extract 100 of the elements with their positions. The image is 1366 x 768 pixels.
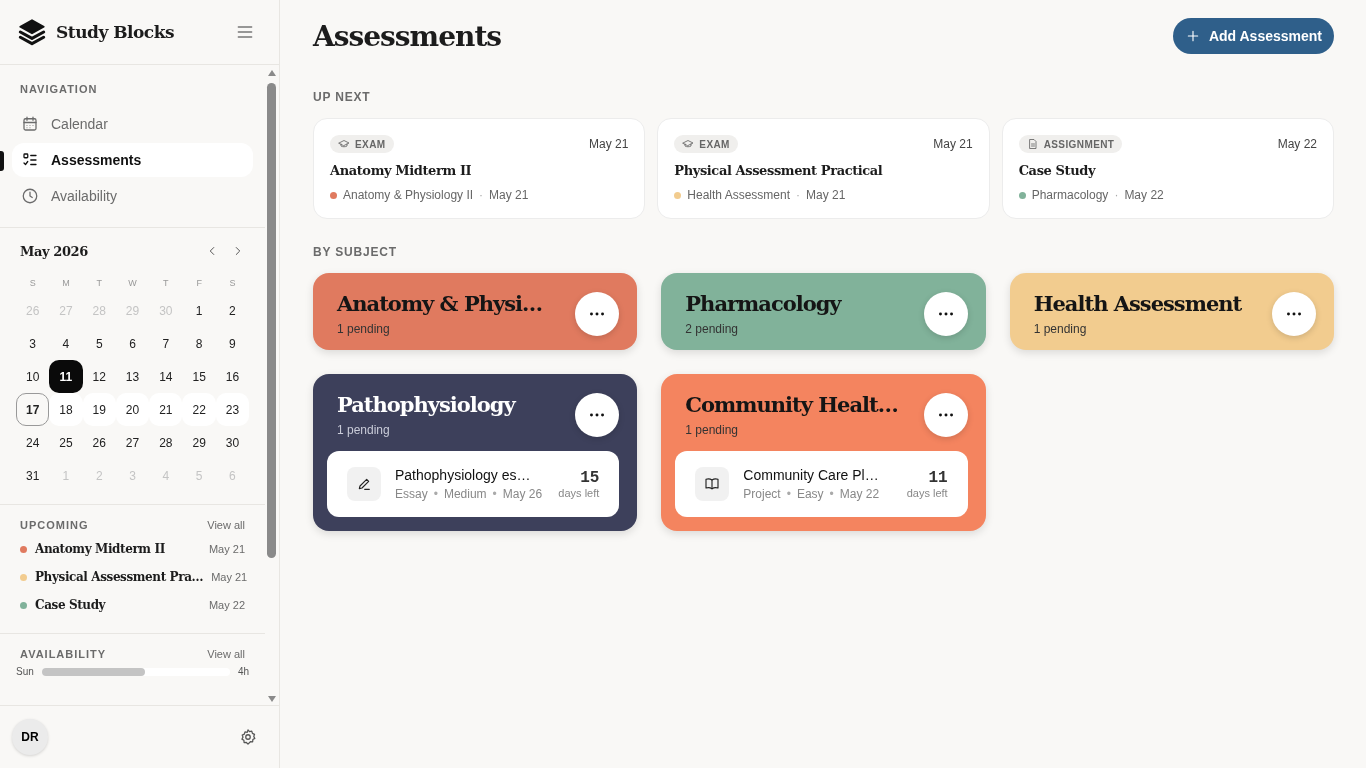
calendar-day[interactable]: 15	[182, 360, 216, 393]
assessment-card[interactable]: EXAM May 21 Anatomy Midterm II Anatomy & Physiology II · May 21	[313, 118, 646, 219]
pencil-icon	[356, 476, 372, 492]
graduation-cap-icon	[338, 138, 350, 150]
calendar-day[interactable]: 30	[215, 426, 250, 459]
task-card[interactable]: Community Care Pl… Project • Easy • May 22 11 days left	[675, 451, 968, 517]
calendar-day[interactable]: 22	[182, 393, 216, 426]
calendar-day[interactable]: 25	[49, 426, 83, 459]
subject-card[interactable]: Pharmacology 2 pending	[661, 273, 986, 350]
days-left-label: days left	[558, 487, 600, 499]
task-title: Pathophysiology es…	[395, 467, 532, 483]
nav-item[interactable]: Availability	[12, 179, 253, 213]
subject-title: Health Assessment	[1033, 291, 1242, 316]
section-label: AVAILABILITY	[20, 648, 107, 660]
calendar-icon	[21, 115, 39, 133]
task-title: Community Care Pl…	[743, 467, 880, 483]
subject-title: Community Healt…	[685, 392, 898, 417]
calendar-day[interactable]: 3	[16, 327, 50, 360]
subject-title: Anatomy & Physi…	[337, 291, 542, 316]
separator-dot: ·	[1114, 188, 1119, 202]
section-label: UPCOMING	[20, 519, 89, 531]
user-avatar[interactable]: DR	[12, 719, 48, 755]
subject-card[interactable]: Health Assessment 1 pending	[1009, 273, 1334, 350]
assessment-title: Case Study	[1018, 163, 1097, 178]
due-date: May 21	[588, 137, 629, 151]
upcoming-title[interactable]: Physical Assessment Pra…	[35, 570, 204, 584]
due-date: May 22	[1277, 137, 1317, 151]
hours-label: 4h	[237, 666, 249, 677]
due-date: May 22	[1124, 188, 1164, 202]
subject-name: Anatomy & Physiology II	[343, 188, 474, 202]
due-date: May 21	[933, 137, 973, 151]
calendar-day[interactable]: 7	[149, 327, 183, 360]
month-title: May 2026	[20, 243, 88, 259]
weekday-label: S	[228, 277, 237, 290]
assessment-card[interactable]: EXAM May 21 Physical Assessment Practical Health Assessment · May 21	[657, 118, 990, 219]
days-count: 11	[927, 469, 948, 487]
assessment-title: Physical Assessment Practical	[674, 163, 884, 178]
weekday-label: W	[127, 277, 138, 290]
book-icon	[704, 476, 721, 492]
calendar-day[interactable]: 11	[49, 360, 83, 393]
scroll-up-icon[interactable]	[267, 69, 277, 77]
view-all-link[interactable]: View all	[207, 519, 245, 531]
separator-dot: •	[492, 487, 497, 501]
scroll-down-icon[interactable]	[267, 695, 277, 703]
calendar-day[interactable]: 18	[49, 393, 83, 426]
task-meta: Project	[743, 487, 781, 501]
calendar-day[interactable]: 4	[49, 327, 83, 360]
view-all-link[interactable]: View all	[207, 648, 245, 660]
task-meta: Medium	[443, 487, 487, 501]
calendar-day[interactable]: 24	[16, 426, 50, 459]
separator-dot: •	[829, 487, 834, 501]
calendar-day[interactable]: 26	[82, 426, 116, 459]
nav-item[interactable]: Calendar	[12, 107, 253, 141]
badge-label: EXAM	[355, 138, 386, 150]
calendar-day[interactable]: 31	[16, 459, 50, 492]
more-icon	[590, 412, 605, 417]
add-assessment-button[interactable]: Add Assessment	[1172, 18, 1334, 54]
calendar-day[interactable]: 6	[115, 327, 150, 360]
calendar-day[interactable]: 29	[182, 426, 216, 459]
calendar-day[interactable]: 2	[215, 294, 250, 327]
due-date: May 21	[806, 188, 846, 202]
pending-count: 1 pending	[1033, 322, 1088, 336]
separator-dot: •	[433, 487, 438, 501]
upcoming-date: May 21	[211, 571, 248, 583]
subject-name: Health Assessment	[687, 188, 791, 202]
page-title: Assessments	[313, 19, 502, 53]
calendar-day[interactable]: 5	[82, 327, 116, 360]
calendar-day[interactable]: 19	[82, 393, 116, 426]
separator-dot: ·	[479, 188, 484, 202]
subject-card[interactable]: Community Healt… 1 pending Community Care Pl… Project • Easy • May 22 11 days left	[661, 374, 986, 531]
days-count: 15	[579, 469, 600, 487]
calendar-day[interactable]: 13	[115, 360, 150, 393]
subject-card[interactable]: Pathophysiology 1 pending Pathophysiology es… Essay • Medium • May 26 15 days left	[313, 374, 638, 531]
subject-card[interactable]: Anatomy & Physi… 1 pending	[313, 273, 638, 350]
more-icon	[938, 311, 953, 316]
upcoming-title[interactable]: Case Study	[35, 598, 201, 612]
calendar-day[interactable]: 12	[82, 360, 116, 393]
stacked-layers-icon	[18, 18, 46, 46]
task-card[interactable]: Pathophysiology es… Essay • Medium • May 26 15 days left	[327, 451, 620, 517]
calendar-day[interactable]: 27	[115, 426, 150, 459]
upcoming-date: May 21	[208, 543, 245, 555]
pending-count: 1 pending	[337, 322, 391, 336]
calendar-day[interactable]: 14	[149, 360, 183, 393]
calendar-day[interactable]: 20	[115, 393, 150, 426]
weekday-label: S	[28, 277, 37, 290]
calendar-day[interactable]: 8	[182, 327, 216, 360]
separator-dot: •	[786, 487, 791, 501]
upcoming-title[interactable]: Anatomy Midterm II	[35, 542, 201, 556]
task-meta: May 26	[502, 487, 543, 501]
calendar-day[interactable]: 16	[215, 360, 250, 393]
task-meta: May 22	[839, 487, 880, 501]
weekday-label: T	[162, 277, 170, 290]
calendar-day[interactable]: 10	[16, 360, 50, 393]
calendar-day[interactable]: 23	[215, 393, 250, 426]
calendar-day[interactable]: 1	[182, 294, 216, 327]
calendar-day[interactable]: 9	[215, 327, 250, 360]
calendar-day[interactable]: 28	[149, 426, 183, 459]
app-name: Study Blocks	[56, 22, 175, 42]
assessment-card[interactable]: ASSIGNMENT May 22 Case Study Pharmacology · May 22	[1001, 118, 1334, 219]
calendar-day[interactable]: 21	[149, 393, 183, 426]
